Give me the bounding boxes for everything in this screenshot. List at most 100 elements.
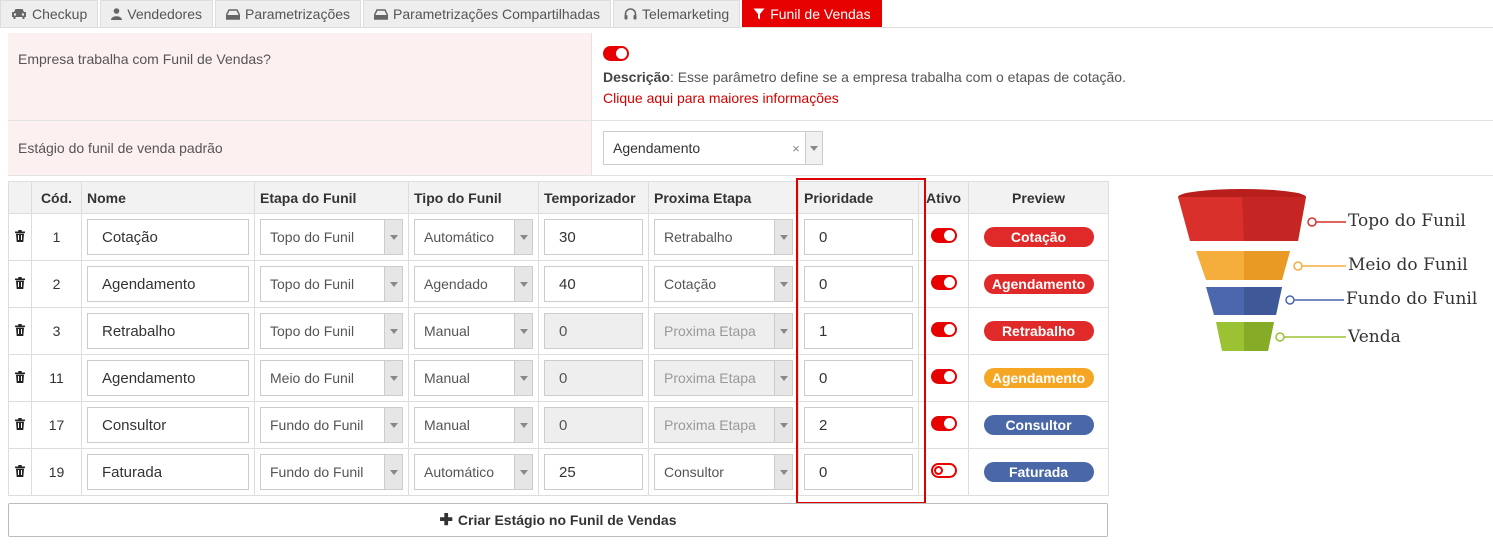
funnel-type-select[interactable]: Agendado bbox=[414, 266, 533, 302]
active-toggle[interactable] bbox=[930, 463, 957, 478]
chevron-down-icon[interactable] bbox=[384, 455, 402, 489]
funnel-bottom-shade bbox=[1244, 287, 1282, 315]
funnel-stage-select[interactable]: Topo do Funil bbox=[260, 313, 403, 349]
priority-input[interactable]: 0 bbox=[804, 219, 913, 255]
funnel-type-select[interactable]: Automático bbox=[414, 219, 533, 255]
trash-icon[interactable] bbox=[15, 277, 25, 289]
select-value: Topo do Funil bbox=[270, 323, 355, 339]
funnel-type-select[interactable]: Manual bbox=[414, 360, 533, 396]
next-cell: Proxima Etapa bbox=[648, 401, 799, 449]
next-cell: Retrabalho bbox=[648, 213, 799, 261]
priority-input[interactable]: 1 bbox=[804, 313, 913, 349]
tab-parametrizacoes[interactable]: Parametrizações bbox=[215, 0, 362, 27]
select-value: Manual bbox=[424, 323, 470, 339]
chevron-down-icon[interactable] bbox=[774, 455, 792, 489]
name-cell: Agendamento bbox=[81, 260, 255, 308]
chevron-down-icon[interactable] bbox=[384, 267, 402, 301]
select-value: Retrabalho bbox=[664, 229, 733, 245]
funnel-type-select[interactable]: Manual bbox=[414, 407, 533, 443]
next-stage-select: Proxima Etapa bbox=[654, 407, 793, 443]
chevron-down-icon[interactable] bbox=[384, 220, 402, 254]
funnel-type-select[interactable]: Manual bbox=[414, 313, 533, 349]
funnel-level-middle bbox=[1196, 251, 1290, 280]
chevron-down-icon[interactable] bbox=[514, 455, 532, 489]
trash-icon[interactable] bbox=[15, 371, 25, 383]
chevron-down-icon[interactable] bbox=[514, 408, 532, 442]
priority-input[interactable]: 0 bbox=[804, 360, 913, 396]
type-cell: Automático bbox=[408, 213, 539, 261]
setting-label: Estágio do funil de venda padrão bbox=[18, 140, 223, 156]
chevron-down-icon[interactable] bbox=[384, 361, 402, 395]
active-toggle[interactable] bbox=[930, 416, 957, 431]
timer-input[interactable]: 30 bbox=[544, 219, 643, 255]
create-stage-button[interactable]: ✚ Criar Estágio no Funil de Vendas bbox=[8, 503, 1108, 537]
timer-cell: 0 bbox=[538, 354, 649, 402]
tab-vendedores[interactable]: Vendedores bbox=[100, 0, 213, 27]
funnel-stages-table: Cód. Nome Etapa do Funil Tipo do Funil T… bbox=[8, 181, 1109, 496]
timer-cell: 25 bbox=[538, 448, 649, 496]
chevron-down-icon[interactable] bbox=[514, 267, 532, 301]
tab-parametrizacoes-compartilhadas[interactable]: Parametrizações Compartilhadas bbox=[363, 0, 612, 27]
chevron-down-icon[interactable] bbox=[514, 314, 532, 348]
chevron-down-icon[interactable] bbox=[514, 361, 532, 395]
funnel-stage-select[interactable]: Topo do Funil bbox=[260, 266, 403, 302]
select-value: Cotação bbox=[664, 276, 717, 292]
next-stage-select[interactable]: Cotação bbox=[654, 266, 793, 302]
setting-label: Empresa trabalha com Funil de Vendas? bbox=[18, 51, 271, 67]
tab-funil-de-vendas[interactable]: Funil de Vendas bbox=[742, 0, 882, 27]
tab-telemarketing[interactable]: Telemarketing bbox=[613, 0, 741, 27]
funnel-middle-shade bbox=[1244, 251, 1290, 280]
active-toggle[interactable] bbox=[930, 228, 957, 243]
chevron-down-icon[interactable] bbox=[384, 314, 402, 348]
stage-name-input[interactable]: Faturada bbox=[87, 454, 249, 490]
priority-cell: 1 bbox=[798, 307, 919, 355]
clear-icon[interactable]: × bbox=[787, 141, 805, 156]
stage-name-input[interactable]: Agendamento bbox=[87, 360, 249, 396]
select-value: Fundo do Funil bbox=[270, 417, 364, 433]
trash-icon[interactable] bbox=[15, 418, 25, 430]
default-stage-select[interactable]: Agendamento × bbox=[603, 131, 823, 165]
funnel-stage-select[interactable]: Fundo do Funil bbox=[260, 407, 403, 443]
active-toggle[interactable] bbox=[930, 322, 957, 337]
funnel-stage-select[interactable]: Fundo do Funil bbox=[260, 454, 403, 490]
table-row: 19 Faturada Fundo do Funil Automático 25 Cons… bbox=[8, 448, 1109, 496]
type-cell: Agendado bbox=[408, 260, 539, 308]
chevron-down-icon[interactable] bbox=[384, 408, 402, 442]
next-stage-select: Proxima Etapa bbox=[654, 360, 793, 396]
trash-icon[interactable] bbox=[15, 324, 25, 336]
priority-cell: 0 bbox=[798, 260, 919, 308]
delete-cell bbox=[8, 401, 32, 449]
active-toggle[interactable] bbox=[930, 369, 957, 384]
funnel-type-select[interactable]: Automático bbox=[414, 454, 533, 490]
funnel-stage-select[interactable]: Meio do Funil bbox=[260, 360, 403, 396]
tab-checkup[interactable]: Checkup bbox=[0, 0, 99, 27]
trash-icon[interactable] bbox=[15, 230, 25, 242]
chevron-down-icon[interactable] bbox=[774, 220, 792, 254]
table-header-row: Cód. Nome Etapa do Funil Tipo do Funil T… bbox=[8, 181, 1109, 214]
stage-name-input[interactable]: Retrabalho bbox=[87, 313, 249, 349]
active-toggle[interactable] bbox=[930, 275, 957, 290]
stage-name-input[interactable]: Cotação bbox=[87, 219, 249, 255]
timer-input[interactable]: 25 bbox=[544, 454, 643, 490]
chevron-down-icon[interactable] bbox=[774, 267, 792, 301]
timer-input[interactable]: 40 bbox=[544, 266, 643, 302]
trash-icon[interactable] bbox=[15, 465, 25, 477]
select-value: Agendado bbox=[424, 276, 488, 292]
name-cell: Faturada bbox=[81, 448, 255, 496]
priority-input[interactable]: 0 bbox=[804, 454, 913, 490]
chevron-down-icon[interactable] bbox=[805, 132, 822, 164]
preview-badge: Cotação bbox=[983, 227, 1094, 247]
next-stage-select[interactable]: Retrabalho bbox=[654, 219, 793, 255]
tab-label: Vendedores bbox=[127, 6, 202, 22]
priority-input[interactable]: 0 bbox=[804, 266, 913, 302]
stage-name-input[interactable]: Agendamento bbox=[87, 266, 249, 302]
funnel-enabled-toggle[interactable] bbox=[603, 46, 629, 61]
stage-name-input[interactable]: Consultor bbox=[87, 407, 249, 443]
priority-input[interactable]: 2 bbox=[804, 407, 913, 443]
chevron-down-icon[interactable] bbox=[514, 220, 532, 254]
next-stage-select[interactable]: Consultor bbox=[654, 454, 793, 490]
funnel-sale-dot bbox=[1275, 332, 1285, 342]
setting-label-cell: Estágio do funil de venda padrão bbox=[8, 121, 592, 175]
funnel-stage-select[interactable]: Topo do Funil bbox=[260, 219, 403, 255]
more-info-link[interactable]: Clique aqui para maiores informações bbox=[603, 90, 839, 106]
